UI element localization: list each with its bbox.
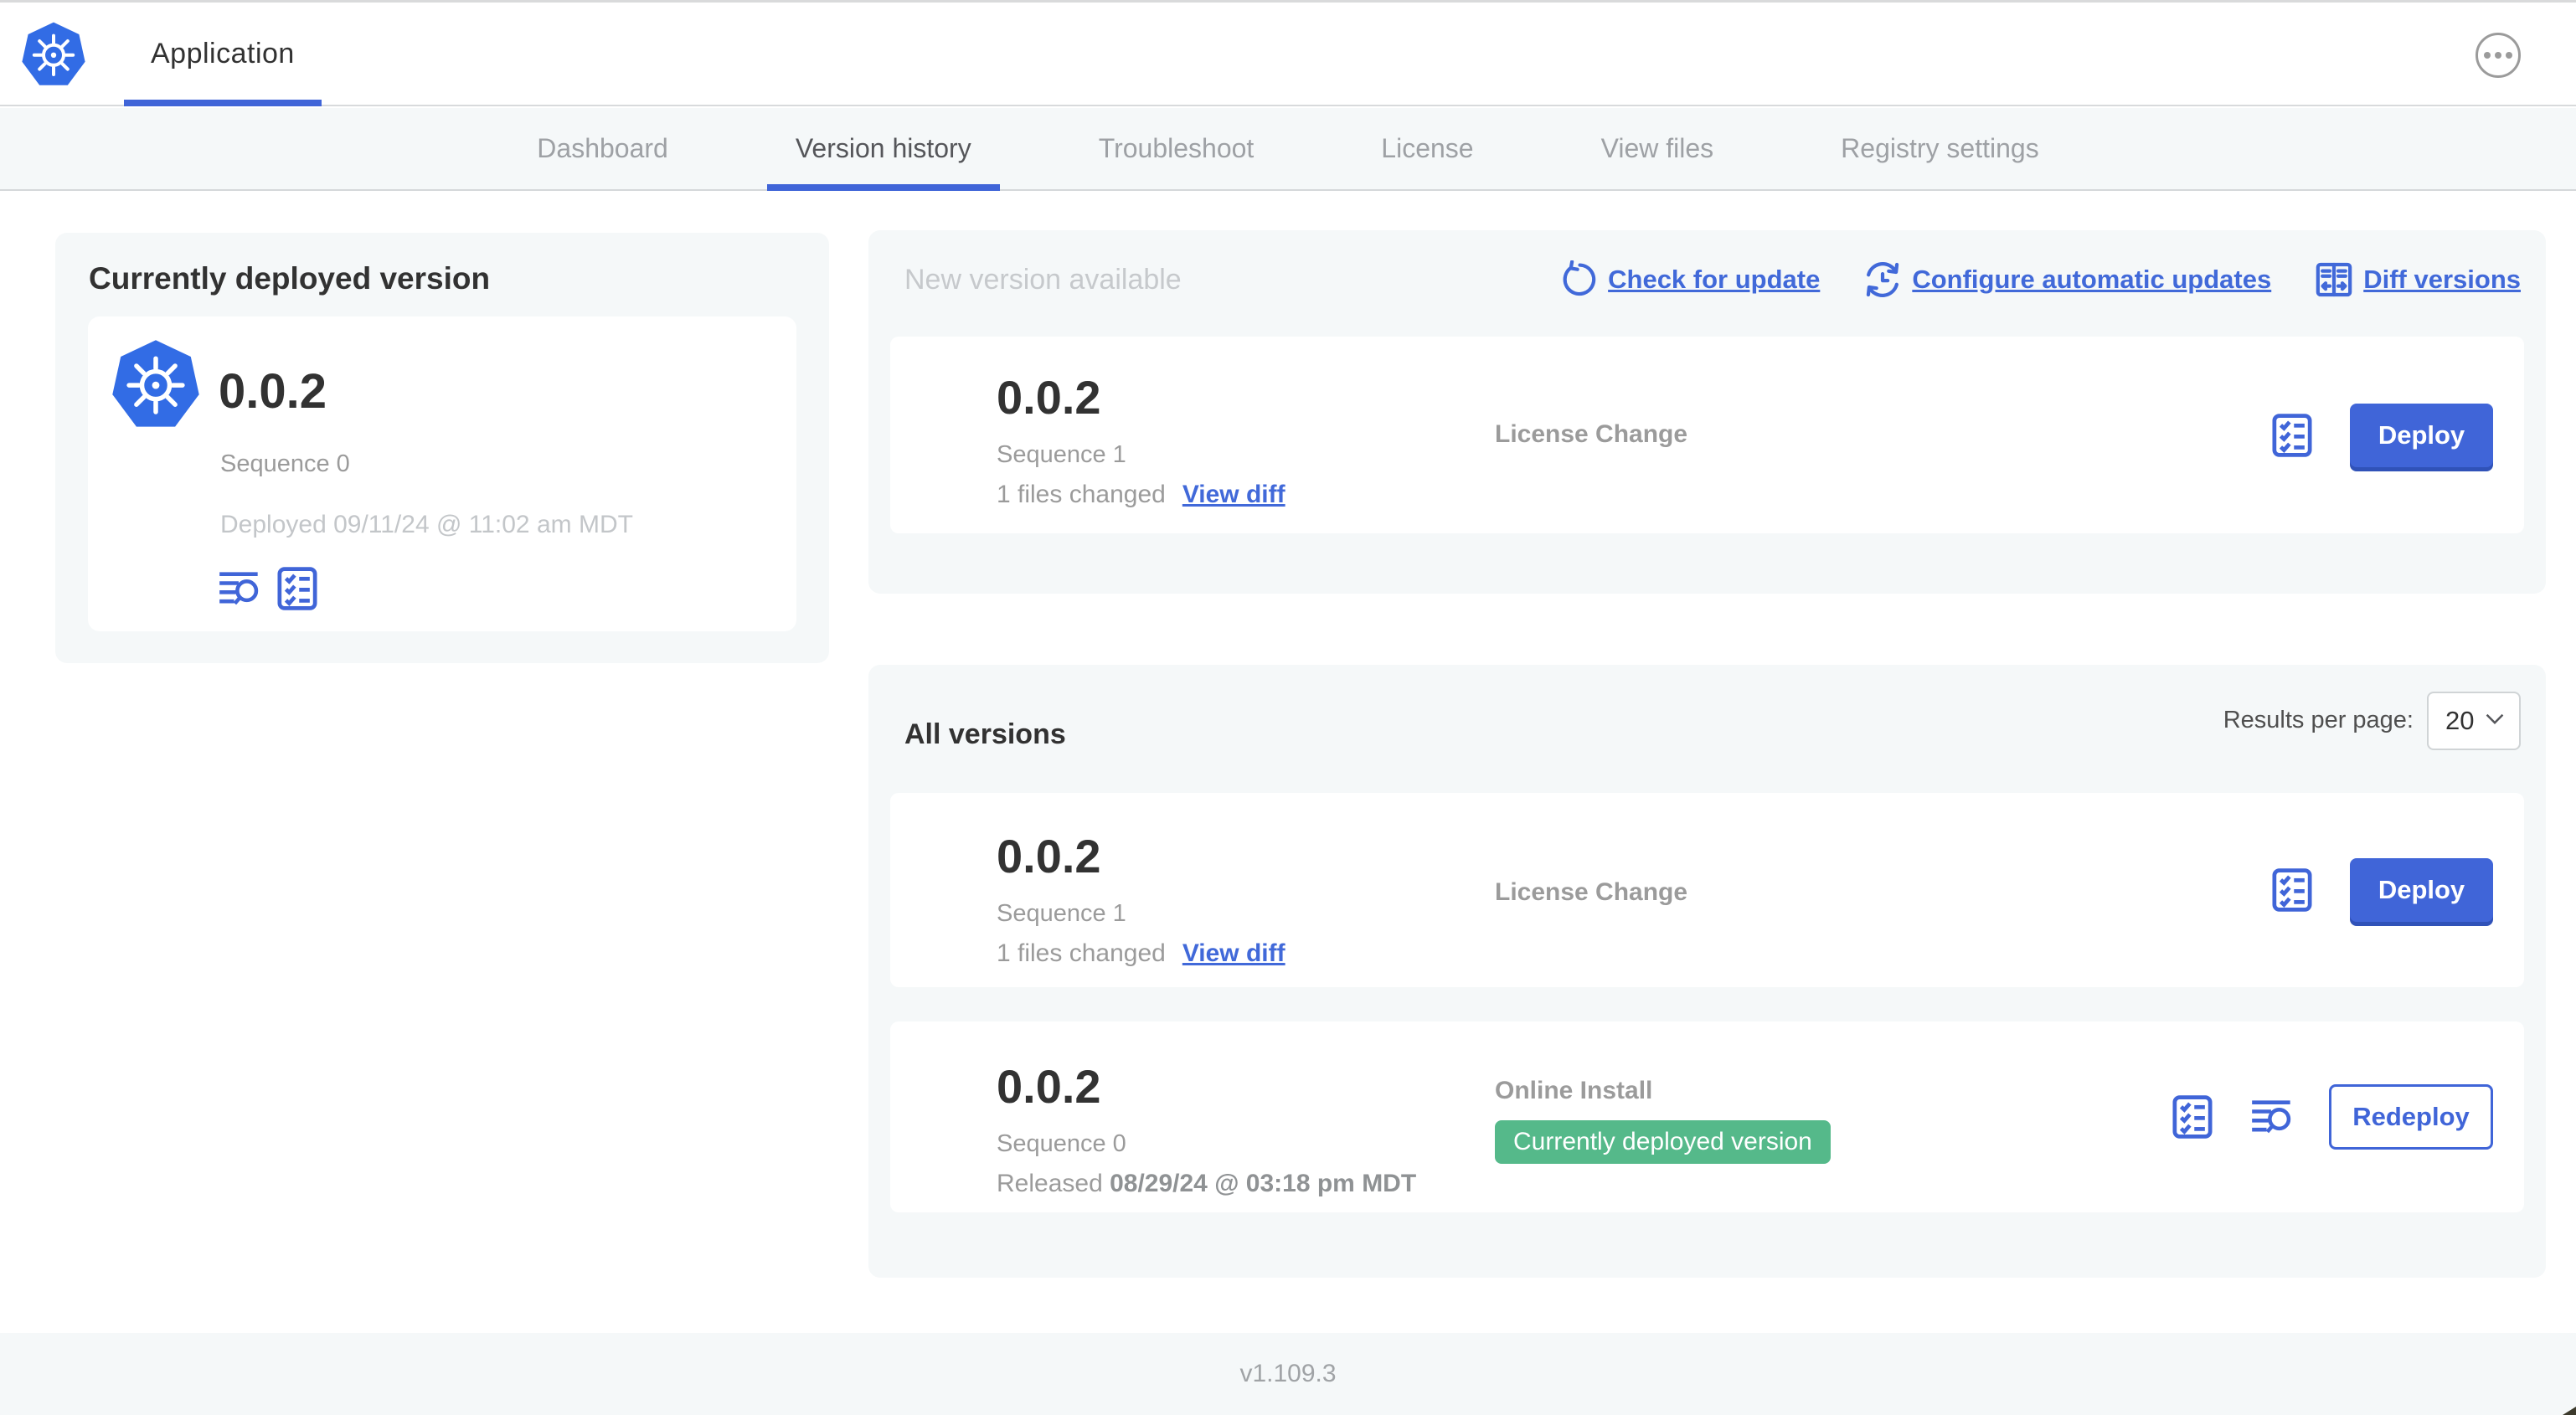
nav-tab-bar: Dashboard Version history Troubleshoot L…	[0, 108, 2576, 191]
version-source: License Change	[1495, 878, 1688, 906]
version-source: License Change	[1495, 420, 1688, 448]
version-sequence: Sequence 1	[997, 900, 1126, 927]
tab-view-files[interactable]: View files	[1573, 108, 1743, 189]
checklist-icon[interactable]	[275, 566, 320, 611]
tab-version-history[interactable]: Version history	[766, 108, 1000, 191]
tab-version-history-label: Version history	[795, 133, 971, 163]
results-per-page-label: Results per page:	[2223, 707, 2414, 733]
page: Application Dashboard Version history Tr…	[0, 0, 2576, 1415]
version-row: 0.0.2 Sequence 0 Released 08/29/24 @ 03:…	[890, 1021, 2524, 1212]
tab-dashboard[interactable]: Dashboard	[508, 108, 697, 189]
tab-view-files-label: View files	[1600, 133, 1714, 163]
all-versions-title: All versions	[904, 718, 1066, 750]
cursor-artifact	[2563, 1407, 2576, 1415]
currently-deployed-panel: Currently deployed version 0.0.2 Sequenc…	[55, 233, 829, 663]
deploy-button[interactable]: Deploy	[2350, 403, 2493, 467]
currently-deployed-title: Currently deployed version	[89, 261, 491, 296]
version-number: 0.0.2	[997, 1060, 1101, 1113]
ellipsis-circle-icon[interactable]	[2476, 33, 2521, 78]
app-tab-application[interactable]: Application	[124, 3, 322, 106]
check-for-update-link[interactable]: Check for update	[1559, 260, 1820, 299]
app-tab-active-indicator	[124, 100, 322, 106]
currently-deployed-badge: Currently deployed version	[1495, 1120, 1831, 1164]
checklist-icon[interactable]	[2269, 413, 2315, 458]
tab-troubleshoot-label: Troubleshoot	[1098, 133, 1255, 163]
configure-automatic-updates-link[interactable]: Configure automatic updates	[1863, 260, 2271, 299]
version-sequence: Sequence 0	[997, 1130, 1126, 1157]
tab-troubleshoot[interactable]: Troubleshoot	[1070, 108, 1283, 189]
deployed-version-number: 0.0.2	[219, 364, 327, 419]
new-version-card: 0.0.2 Sequence 1 1 files changed View di…	[890, 337, 2524, 533]
released-timestamp: 08/29/24 @ 03:18 pm MDT	[1110, 1170, 1417, 1197]
app-tab-label: Application	[151, 37, 295, 69]
view-diff-link[interactable]: View diff	[1182, 481, 1285, 509]
deployed-sequence: Sequence 0	[220, 450, 350, 477]
tab-registry-settings[interactable]: Registry settings	[1812, 108, 2068, 189]
schedule-icon	[1863, 260, 1902, 299]
tab-active-indicator	[766, 184, 1000, 191]
app-footer: v1.109.3	[0, 1333, 2576, 1415]
files-changed-label: 1 files changed	[997, 481, 1166, 508]
diff-versions-label: Diff versions	[2363, 265, 2521, 294]
view-diff-link[interactable]: View diff	[1182, 939, 1285, 968]
configure-automatic-updates-label: Configure automatic updates	[1912, 265, 2272, 294]
checklist-icon[interactable]	[2170, 1094, 2215, 1140]
tab-registry-settings-label: Registry settings	[1841, 133, 2039, 163]
tab-dashboard-label: Dashboard	[537, 133, 668, 163]
version-sequence: Sequence 1	[997, 441, 1126, 468]
deploy-button[interactable]: Deploy	[2350, 858, 2493, 922]
tab-license-label: License	[1381, 133, 1474, 163]
console-version: v1.109.3	[1239, 1360, 1337, 1387]
new-version-panel: New version available Check for update C…	[868, 230, 2546, 594]
deployed-timestamp: Deployed 09/11/24 @ 11:02 am MDT	[220, 511, 633, 538]
app-header: Application	[0, 3, 2576, 106]
version-number: 0.0.2	[997, 371, 1101, 424]
main-content: Currently deployed version 0.0.2 Sequenc…	[0, 193, 2576, 1333]
checklist-icon[interactable]	[2269, 867, 2315, 913]
redeploy-button[interactable]: Redeploy	[2329, 1084, 2493, 1150]
diff-icon	[2315, 260, 2353, 299]
all-versions-panel: All versions Results per page: 20 0.0.2 …	[868, 665, 2546, 1278]
refresh-icon	[1559, 260, 1598, 299]
currently-deployed-card: 0.0.2 Sequence 0 Deployed 09/11/24 @ 11:…	[88, 316, 796, 631]
version-number: 0.0.2	[997, 830, 1101, 882]
results-per-page-select[interactable]: 20	[2427, 691, 2521, 750]
chevron-down-icon	[2486, 713, 2504, 729]
version-row: 0.0.2 Sequence 1 1 files changed View di…	[890, 793, 2524, 987]
check-for-update-label: Check for update	[1608, 265, 1821, 294]
new-version-title: New version available	[904, 263, 1182, 296]
logs-icon[interactable]	[218, 567, 261, 610]
kubernetes-logo	[110, 338, 202, 430]
released-prefix: Released	[997, 1170, 1110, 1197]
version-source: Online Install	[1495, 1077, 1653, 1104]
tab-license[interactable]: License	[1352, 108, 1502, 189]
results-per-page-value: 20	[2445, 705, 2475, 735]
logs-icon[interactable]	[2250, 1095, 2294, 1139]
files-changed-label: 1 files changed	[997, 939, 1166, 967]
diff-versions-link[interactable]: Diff versions	[2315, 260, 2521, 299]
kubernetes-logo	[20, 21, 87, 88]
